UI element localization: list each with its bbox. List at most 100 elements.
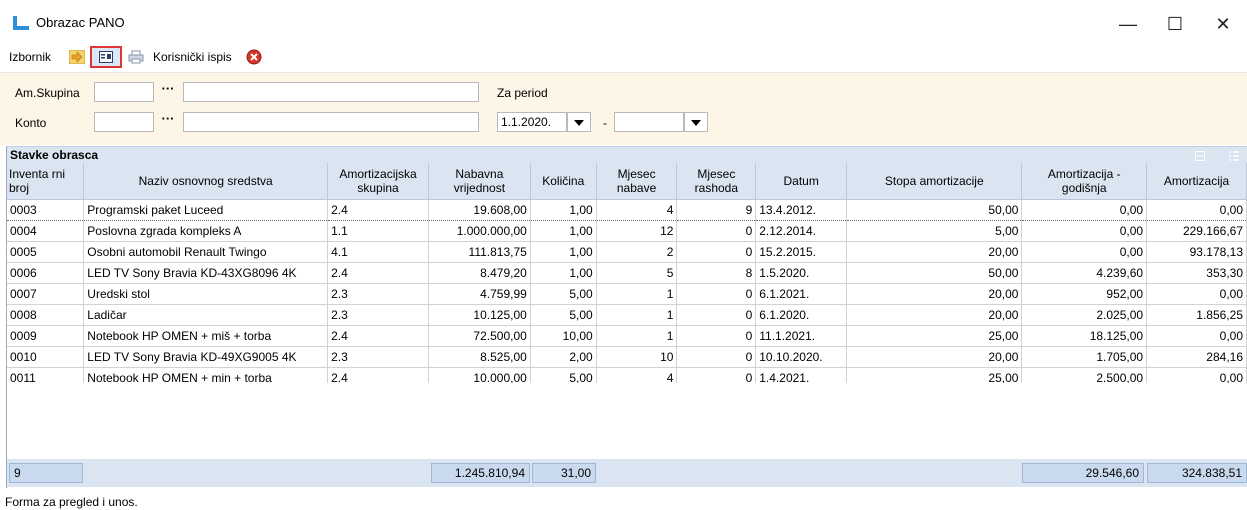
column-header[interactable]: Amortizacija - godišnja (1021, 163, 1148, 200)
table-cell[interactable]: 4.1 (327, 241, 429, 263)
table-cell[interactable]: 0003 (7, 199, 85, 221)
table-row[interactable]: 0005 Osobni automobil Renault Twingo 4.1 11… (7, 241, 1247, 263)
table-cell[interactable]: 0,00 (1021, 241, 1148, 263)
table-cell[interactable]: LED TV Sony Bravia KD-43XG8096 4K (83, 262, 329, 284)
table-cell[interactable]: 1 (596, 325, 678, 347)
table-cell[interactable]: 1.000.000,00 (428, 220, 531, 242)
table-cell[interactable]: 1,00 (530, 262, 597, 284)
table-cell[interactable]: 0 (676, 325, 757, 347)
table-row[interactable]: 0009 Notebook HP OMEN + miš + torba 2.4 72.… (7, 325, 1247, 347)
table-cell[interactable]: 8 (676, 262, 757, 284)
table-cell[interactable]: 0,00 (1021, 220, 1148, 242)
table-cell[interactable]: 1.1 (327, 220, 429, 242)
form-view-button[interactable] (90, 46, 122, 68)
table-cell[interactable]: LED TV Sony Bravia KD-49XG9005 4K (83, 346, 329, 368)
table-row[interactable]: 0008 Ladičar 2.3 10.125,00 5,00 1 0 6.1.2020. 20… (7, 304, 1247, 326)
table-cell[interactable]: 8.525,00 (428, 346, 531, 368)
table-cell[interactable]: 2.3 (327, 283, 429, 305)
table-row[interactable]: 0007 Uredski stol 2.3 4.759,99 5,00 1 0 6.1.202… (7, 283, 1247, 305)
table-cell[interactable]: 0 (676, 220, 757, 242)
table-row[interactable]: 0003 Programski paket Luceed 2.4 19.608,00 1… (7, 199, 1247, 221)
table-cell[interactable]: 9 (676, 199, 757, 221)
table-cell[interactable]: 20,00 (846, 304, 1023, 326)
table-cell[interactable]: Ladičar (83, 304, 329, 326)
table-cell[interactable]: 2.4 (327, 325, 429, 347)
table-cell[interactable]: 0008 (7, 304, 85, 326)
table-row[interactable]: 0004 Poslovna zgrada kompleks A 1.1 1.000.0… (7, 220, 1247, 242)
table-cell[interactable]: 0007 (7, 283, 85, 305)
table-cell[interactable]: 1.5.2020. (755, 262, 848, 284)
column-header[interactable]: Količina (530, 163, 597, 200)
table-cell[interactable]: 4.239,60 (1021, 262, 1148, 284)
table-cell[interactable]: 0 (676, 241, 757, 263)
date-from-dropdown[interactable] (567, 112, 591, 132)
table-cell[interactable]: 0 (676, 283, 757, 305)
date-to-dropdown[interactable] (684, 112, 708, 132)
table-cell[interactable]: 10.125,00 (428, 304, 531, 326)
collapse-icon[interactable] (1195, 151, 1205, 161)
table-cell[interactable]: 20,00 (846, 346, 1023, 368)
cancel-icon[interactable] (246, 49, 262, 65)
table-cell[interactable]: 0 (676, 304, 757, 326)
table-cell[interactable]: 11.1.2021. (755, 325, 848, 347)
printer-icon[interactable] (128, 50, 144, 64)
table-cell[interactable]: Uredski stol (83, 283, 329, 305)
table-cell[interactable]: 1,00 (530, 220, 597, 242)
table-cell[interactable]: 1 (596, 283, 678, 305)
table-cell[interactable]: 10,00 (530, 325, 597, 347)
table-cell[interactable]: 1 (596, 304, 678, 326)
custom-print-button[interactable]: Korisnički ispis (153, 50, 232, 64)
group-code-input[interactable] (94, 82, 154, 102)
table-cell[interactable]: 2,00 (530, 346, 597, 368)
column-header[interactable]: Mjesec nabave (596, 163, 678, 200)
table-cell[interactable]: 0009 (7, 325, 85, 347)
table-cell[interactable]: Poslovna zgrada kompleks A (83, 220, 329, 242)
list-options-icon[interactable] (1229, 151, 1239, 161)
table-cell[interactable]: 1,00 (530, 241, 597, 263)
table-cell[interactable]: Programski paket Luceed (83, 199, 329, 221)
table-cell[interactable]: 0,00 (1146, 283, 1247, 305)
table-cell[interactable]: 10 (596, 346, 678, 368)
table-cell[interactable]: 15.2.2015. (755, 241, 848, 263)
column-header[interactable]: Stopa amortizacije (846, 163, 1023, 200)
column-header[interactable]: Nabavna vrijednost (428, 163, 531, 200)
table-cell[interactable]: 5,00 (530, 283, 597, 305)
table-cell[interactable]: 4 (596, 199, 678, 221)
table-row[interactable]: 0006 LED TV Sony Bravia KD-43XG8096 4K 2.4… (7, 262, 1247, 284)
table-cell[interactable]: 1.856,25 (1146, 304, 1247, 326)
column-header[interactable]: Datum (755, 163, 848, 200)
column-header[interactable]: Inventa rni broj (7, 163, 85, 200)
table-cell[interactable]: 2.12.2014. (755, 220, 848, 242)
table-cell[interactable]: 8.479,20 (428, 262, 531, 284)
table-cell[interactable]: 12 (596, 220, 678, 242)
table-cell[interactable]: 93.178,13 (1146, 241, 1247, 263)
table-cell[interactable]: 18.125,00 (1021, 325, 1148, 347)
table-cell[interactable]: 4.759,99 (428, 283, 531, 305)
maximize-button[interactable]: ☐ (1155, 10, 1195, 38)
table-cell[interactable]: Osobni automobil Renault Twingo (83, 241, 329, 263)
table-cell[interactable]: 50,00 (846, 262, 1023, 284)
table-cell[interactable]: 0,00 (1021, 199, 1148, 221)
column-header[interactable]: Amortizacija (1146, 163, 1247, 200)
table-cell[interactable]: 284,16 (1146, 346, 1247, 368)
date-from-input[interactable]: 1.1.2020. (497, 112, 567, 132)
table-cell[interactable]: 0 (676, 346, 757, 368)
table-cell[interactable]: 952,00 (1021, 283, 1148, 305)
table-cell[interactable]: 1.705,00 (1021, 346, 1148, 368)
account-name-input[interactable] (183, 112, 479, 132)
column-header[interactable]: Amortizacijska skupina (327, 163, 429, 200)
arrow-right-icon[interactable] (69, 50, 85, 64)
table-cell[interactable]: 0,00 (1146, 325, 1247, 347)
minimize-button[interactable]: — (1108, 10, 1148, 38)
table-cell[interactable]: 10.10.2020. (755, 346, 848, 368)
column-header[interactable]: Naziv osnovnog sredstva (83, 163, 329, 200)
table-cell[interactable]: 13.4.2012. (755, 199, 848, 221)
table-cell[interactable]: 1,00 (530, 199, 597, 221)
close-button[interactable]: ✕ (1203, 10, 1243, 38)
group-lookup-button[interactable]: ··· (155, 82, 181, 102)
table-cell[interactable]: 0006 (7, 262, 85, 284)
table-cell[interactable]: 353,30 (1146, 262, 1247, 284)
table-cell[interactable]: 111.813,75 (428, 241, 531, 263)
table-cell[interactable]: 20,00 (846, 283, 1023, 305)
account-lookup-button[interactable]: ··· (155, 112, 181, 132)
